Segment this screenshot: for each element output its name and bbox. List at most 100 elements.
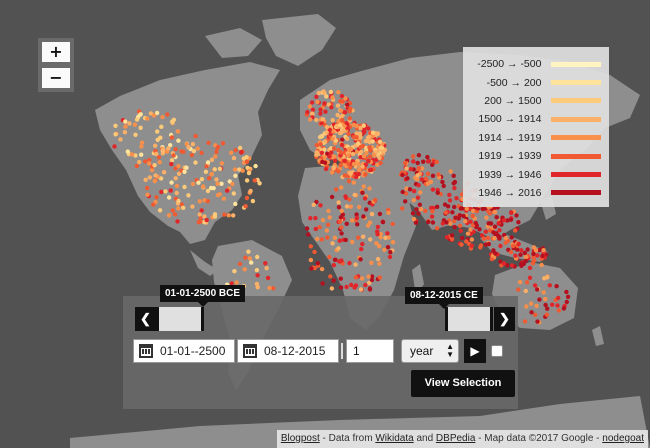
- event-dot[interactable]: [249, 260, 254, 265]
- event-dot[interactable]: [182, 184, 187, 190]
- event-dot[interactable]: [492, 236, 497, 241]
- event-dot[interactable]: [508, 250, 514, 255]
- event-dot[interactable]: [244, 178, 250, 183]
- event-dot[interactable]: [250, 198, 256, 204]
- event-dot[interactable]: [377, 155, 382, 160]
- event-dot[interactable]: [243, 255, 248, 260]
- event-dot[interactable]: [339, 185, 344, 190]
- event-dot[interactable]: [308, 216, 313, 221]
- event-dot[interactable]: [380, 219, 386, 225]
- event-dot[interactable]: [338, 108, 343, 113]
- event-dot[interactable]: [378, 160, 383, 166]
- event-dot[interactable]: [380, 149, 386, 154]
- event-dot[interactable]: [199, 208, 204, 213]
- event-dot[interactable]: [209, 172, 214, 177]
- event-dot[interactable]: [524, 280, 530, 285]
- event-dot[interactable]: [377, 275, 382, 280]
- event-dot[interactable]: [524, 304, 529, 309]
- event-dot[interactable]: [368, 237, 373, 242]
- event-dot[interactable]: [519, 248, 524, 253]
- event-dot[interactable]: [516, 220, 521, 225]
- event-dot[interactable]: [350, 239, 355, 245]
- event-dot[interactable]: [382, 247, 387, 252]
- event-dot[interactable]: [145, 192, 150, 197]
- event-dot[interactable]: [533, 248, 539, 253]
- event-dot[interactable]: [206, 140, 211, 145]
- event-dot[interactable]: [418, 190, 423, 195]
- event-dot[interactable]: [447, 192, 452, 198]
- event-dot[interactable]: [347, 116, 352, 121]
- event-dot[interactable]: [350, 218, 355, 223]
- event-dot[interactable]: [193, 133, 198, 139]
- event-dot[interactable]: [414, 177, 420, 182]
- event-dot[interactable]: [335, 103, 341, 108]
- event-dot[interactable]: [358, 257, 363, 262]
- event-dot[interactable]: [338, 215, 344, 220]
- event-dot[interactable]: [125, 149, 130, 154]
- event-dot[interactable]: [430, 173, 436, 178]
- event-dot[interactable]: [417, 202, 422, 207]
- event-dot[interactable]: [152, 163, 157, 168]
- event-dot[interactable]: [329, 170, 335, 175]
- event-dot[interactable]: [132, 122, 138, 127]
- event-dot[interactable]: [530, 261, 536, 266]
- event-dot[interactable]: [176, 138, 181, 143]
- event-dot[interactable]: [342, 173, 348, 178]
- event-dot[interactable]: [448, 169, 453, 174]
- event-dot[interactable]: [364, 207, 369, 212]
- event-dot[interactable]: [353, 283, 359, 288]
- event-dot[interactable]: [361, 234, 366, 239]
- event-dot[interactable]: [478, 245, 483, 250]
- event-dot[interactable]: [509, 210, 514, 216]
- event-dot[interactable]: [425, 171, 431, 176]
- event-dot[interactable]: [513, 228, 518, 233]
- event-dot[interactable]: [123, 119, 128, 124]
- event-dot[interactable]: [202, 214, 207, 219]
- event-dot[interactable]: [501, 261, 507, 266]
- event-dot[interactable]: [337, 123, 343, 128]
- loop-checkbox[interactable]: [491, 345, 503, 357]
- event-dot[interactable]: [153, 143, 158, 148]
- event-dot[interactable]: [337, 238, 342, 243]
- event-dot[interactable]: [239, 150, 244, 155]
- zoom-out-button[interactable]: −: [42, 68, 70, 88]
- event-dot[interactable]: [564, 289, 569, 295]
- event-dot[interactable]: [534, 303, 539, 309]
- event-dot[interactable]: [204, 164, 209, 169]
- event-dot[interactable]: [170, 119, 175, 124]
- event-dot[interactable]: [232, 167, 238, 172]
- event-dot[interactable]: [354, 215, 360, 221]
- event-dot[interactable]: [411, 159, 416, 164]
- event-dot[interactable]: [493, 251, 498, 256]
- event-dot[interactable]: [225, 188, 230, 193]
- event-dot[interactable]: [318, 107, 323, 112]
- event-dot[interactable]: [219, 181, 224, 186]
- event-dot[interactable]: [416, 165, 421, 171]
- event-dot[interactable]: [313, 215, 318, 221]
- event-dot[interactable]: [362, 129, 367, 134]
- slider-start-handle[interactable]: [156, 307, 204, 331]
- event-dot[interactable]: [331, 278, 336, 283]
- event-dot[interactable]: [243, 204, 248, 209]
- event-dot[interactable]: [233, 201, 238, 207]
- event-dot[interactable]: [315, 261, 320, 266]
- event-dot[interactable]: [370, 130, 376, 135]
- event-dot[interactable]: [170, 208, 175, 213]
- event-dot[interactable]: [154, 151, 159, 157]
- event-dot[interactable]: [411, 188, 417, 194]
- event-dot[interactable]: [314, 117, 319, 123]
- event-dot[interactable]: [205, 199, 210, 204]
- event-dot[interactable]: [145, 185, 150, 191]
- event-dot[interactable]: [327, 254, 332, 260]
- event-dot[interactable]: [537, 297, 542, 302]
- event-dot[interactable]: [209, 157, 215, 162]
- event-dot[interactable]: [545, 275, 550, 280]
- event-dot[interactable]: [203, 169, 209, 174]
- event-dot[interactable]: [118, 137, 123, 142]
- event-dot[interactable]: [404, 166, 409, 171]
- event-dot[interactable]: [336, 246, 341, 251]
- event-dot[interactable]: [554, 284, 559, 289]
- event-dot[interactable]: [345, 136, 350, 141]
- event-dot[interactable]: [452, 204, 457, 210]
- event-dot[interactable]: [127, 121, 132, 126]
